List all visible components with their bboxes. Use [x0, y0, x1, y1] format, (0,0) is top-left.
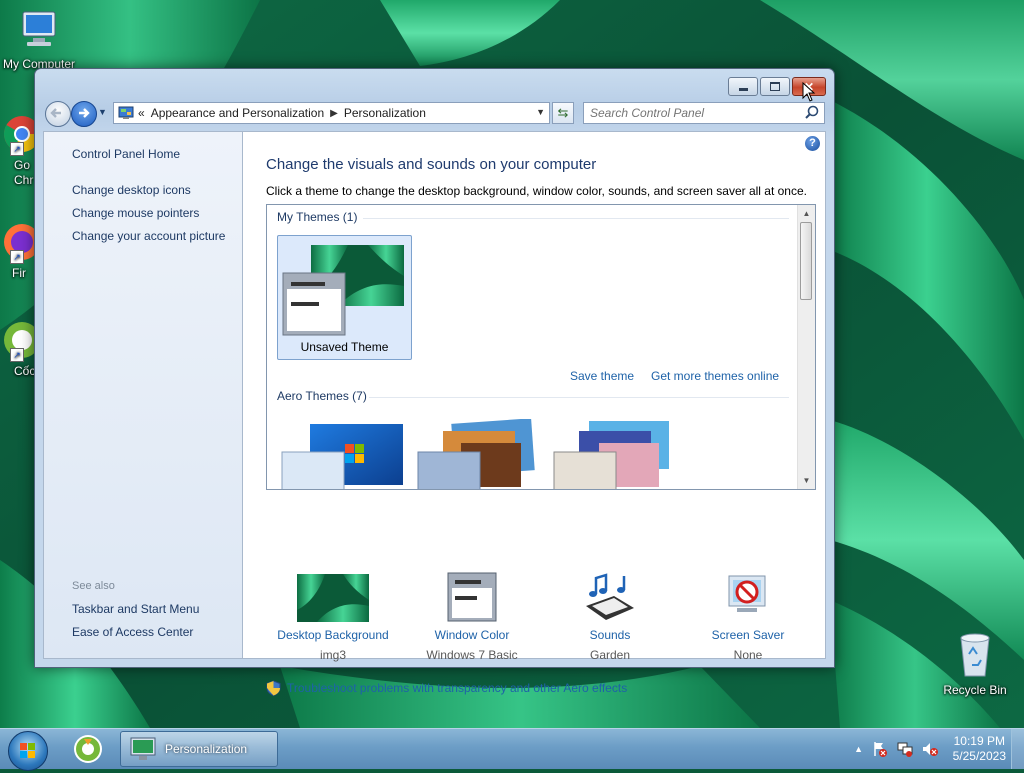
- forward-button[interactable]: [71, 101, 97, 127]
- desktop-background-icon: [268, 570, 398, 622]
- pinned-coccoc-button[interactable]: [62, 731, 114, 767]
- sounds-icon: [545, 570, 675, 622]
- theme-list-scrollbar[interactable]: ▲ ▼: [797, 205, 815, 489]
- minimize-icon: [738, 88, 748, 91]
- screen-saver-setting[interactable]: Screen Saver None: [683, 570, 813, 662]
- desktop-background-value: img3: [319, 648, 346, 662]
- recycle-bin-icon: [936, 630, 1014, 681]
- taskbar-personalization-button[interactable]: Personalization: [120, 731, 278, 767]
- troubleshoot-link-row[interactable]: Troubleshoot problems with transparency …: [266, 680, 627, 696]
- window-color-icon: [407, 570, 537, 622]
- refresh-icon: ⇆: [557, 105, 569, 120]
- maximize-button[interactable]: [760, 77, 790, 96]
- show-hidden-icons-button[interactable]: ▲: [854, 744, 863, 754]
- change-account-picture-link[interactable]: Change your account picture: [72, 229, 225, 243]
- minimize-button[interactable]: [728, 77, 758, 96]
- theme-preview-image: [282, 245, 404, 336]
- desktop-icon-my-computer[interactable]: My Computer: [0, 8, 78, 71]
- navigation-bar: ▼ « Appearance and Personalization ▶ Per…: [43, 101, 826, 127]
- desktop-icon-recycle-bin[interactable]: Recycle Bin: [936, 630, 1014, 697]
- group-divider: [369, 397, 789, 398]
- shortcut-arrow-icon: ↗: [10, 142, 24, 156]
- breadcrumb-appearance[interactable]: Appearance and Personalization: [151, 106, 324, 120]
- system-clock[interactable]: 10:19 PM 5/25/2023: [953, 734, 1006, 764]
- sounds-label[interactable]: Sounds: [545, 628, 675, 642]
- shortcut-arrow-icon: ↗: [10, 250, 24, 264]
- scroll-up-icon[interactable]: ▲: [798, 205, 815, 222]
- desktop-background-setting[interactable]: Desktop Background img3: [268, 570, 398, 662]
- mouse-cursor-icon: [802, 82, 816, 102]
- taskbar-button-label: Personalization: [165, 742, 248, 756]
- shortcut-arrow-icon: ↗: [10, 348, 24, 362]
- get-more-themes-link[interactable]: Get more themes online: [651, 369, 779, 383]
- theme-name: Unsaved Theme: [300, 340, 389, 354]
- breadcrumb-separator-icon[interactable]: ▶: [330, 108, 338, 119]
- page-title: Change the visuals and sounds on your co…: [266, 156, 597, 173]
- personalization-icon: [130, 737, 156, 760]
- control-panel-home-link[interactable]: Control Panel Home: [72, 147, 180, 161]
- desktop-icon-label: Recycle Bin: [943, 683, 1007, 697]
- save-theme-link[interactable]: Save theme: [570, 369, 634, 383]
- maximize-icon: [770, 82, 780, 91]
- screen-saver-label[interactable]: Screen Saver: [683, 628, 813, 642]
- change-mouse-pointers-link[interactable]: Change mouse pointers: [72, 206, 199, 220]
- taskbar: Personalization ▲ 10:19 PM 5/25/2023: [0, 728, 1024, 771]
- clock-time: 10:19 PM: [953, 734, 1005, 748]
- sounds-setting[interactable]: Sounds Garden: [545, 570, 675, 662]
- back-button[interactable]: [45, 101, 71, 127]
- personalization-content: ? Change the visuals and sounds on your …: [242, 131, 826, 696]
- volume-muted-icon[interactable]: [922, 741, 938, 757]
- taskbar-start-menu-link[interactable]: Taskbar and Start Menu: [72, 602, 199, 616]
- search-box[interactable]: [583, 102, 825, 124]
- desktop-background-label[interactable]: Desktop Background: [268, 628, 398, 642]
- sounds-value: Garden: [589, 648, 631, 662]
- troubleshoot-link[interactable]: Troubleshoot problems with transparency …: [287, 681, 627, 695]
- see-also-heading: See also: [72, 580, 115, 592]
- screen-saver-icon: [683, 570, 813, 622]
- ease-of-access-link[interactable]: Ease of Access Center: [72, 625, 193, 639]
- windows-logo-icon: [20, 743, 35, 758]
- group-divider: [363, 218, 789, 219]
- action-center-flag-icon[interactable]: [872, 741, 888, 757]
- recent-pages-dropdown-icon[interactable]: ▼: [98, 107, 107, 117]
- show-desktop-button[interactable]: [1011, 729, 1024, 769]
- window-color-setting[interactable]: Window Color Windows 7 Basic: [407, 570, 537, 662]
- personalization-window: ✕ ▼ « Appearance and Personalization ▶ P…: [34, 68, 835, 696]
- control-panel-icon: [118, 106, 134, 119]
- aero-theme-characters[interactable]: [549, 419, 684, 489]
- aero-themes-heading: Aero Themes (7): [277, 389, 367, 403]
- back-arrow-icon: [50, 108, 61, 118]
- computer-icon: [0, 8, 78, 55]
- address-dropdown-icon[interactable]: ▼: [536, 107, 545, 117]
- theme-tile-unsaved[interactable]: Unsaved Theme: [277, 235, 412, 360]
- my-themes-heading: My Themes (1): [277, 210, 358, 224]
- scroll-thumb[interactable]: [800, 222, 812, 300]
- address-root-chevron[interactable]: «: [138, 106, 145, 120]
- page-description: Click a theme to change the desktop back…: [266, 184, 807, 198]
- search-input[interactable]: [584, 103, 806, 123]
- window-color-value: Windows 7 Basic: [426, 648, 518, 662]
- search-icon[interactable]: [805, 105, 819, 119]
- screen-saver-value: None: [733, 648, 763, 662]
- aero-theme-windows7[interactable]: [277, 419, 412, 489]
- breadcrumb-personalization[interactable]: Personalization: [344, 106, 426, 120]
- refresh-button[interactable]: ⇆: [552, 102, 574, 124]
- start-button[interactable]: [8, 731, 48, 771]
- scroll-down-icon[interactable]: ▼: [798, 472, 815, 489]
- tasks-pane: Control Panel Home Change desktop icons …: [43, 131, 242, 659]
- theme-list[interactable]: My Themes (1) Unsaved Theme Save theme G: [266, 204, 816, 490]
- coccoc-icon: [74, 735, 102, 763]
- address-bar[interactable]: « Appearance and Personalization ▶ Perso…: [113, 102, 550, 124]
- clock-date: 5/25/2023: [952, 749, 1006, 763]
- help-icon[interactable]: ?: [805, 136, 820, 151]
- window-color-label[interactable]: Window Color: [407, 628, 537, 642]
- aero-theme-architecture[interactable]: [413, 419, 548, 489]
- notification-area: ▲: [854, 741, 938, 757]
- network-icon[interactable]: [897, 741, 913, 757]
- forward-arrow-icon: [79, 108, 90, 118]
- shield-icon: [266, 680, 281, 696]
- change-desktop-icons-link[interactable]: Change desktop icons: [72, 183, 191, 197]
